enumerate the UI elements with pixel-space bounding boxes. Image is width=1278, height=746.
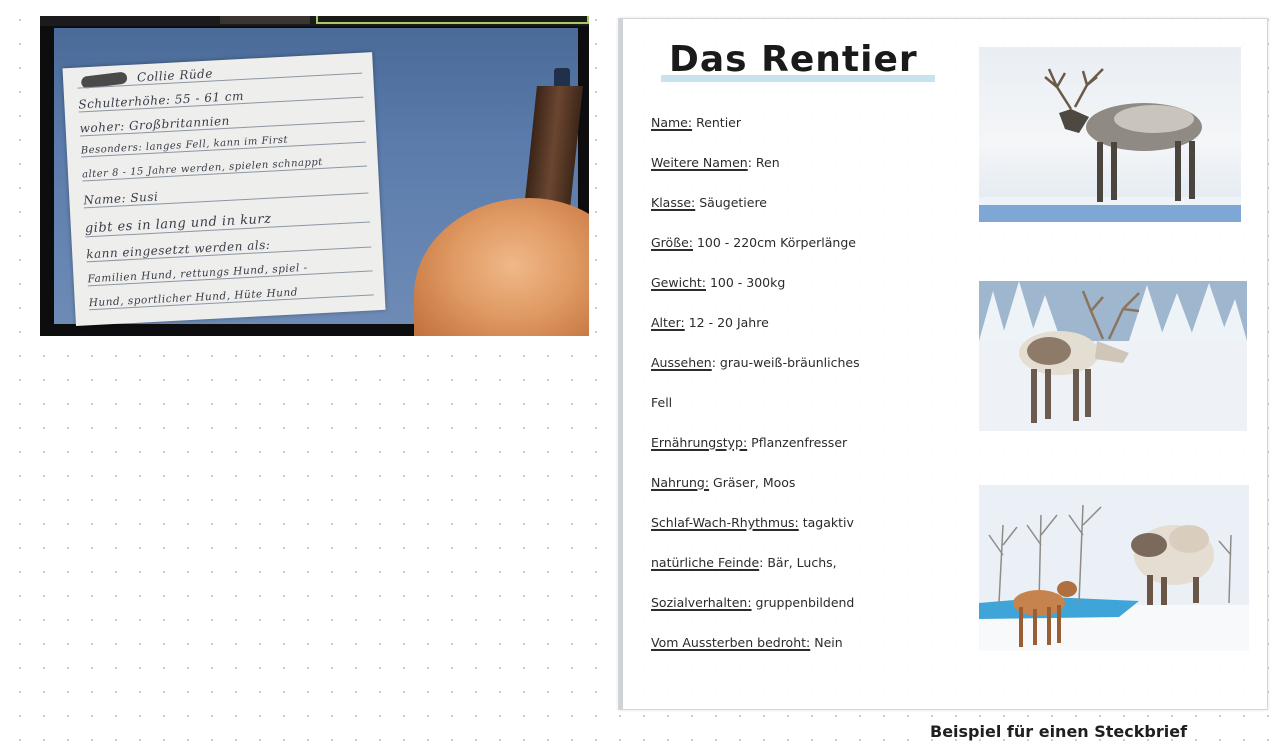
active-speaker-frame xyxy=(316,16,589,24)
child-head xyxy=(414,198,589,336)
reindeer-photo-3 xyxy=(979,485,1249,651)
fact-appearance-cont: Fell xyxy=(651,395,673,410)
handwritten-paper: Collie Rüde Schulterhöhe: 55 - 61 cm woh… xyxy=(62,52,386,327)
fact-sleep-rhythm: Schlaf-Wach-Rhythmus: tagaktiv xyxy=(651,515,854,530)
fact-social: Sozialverhalten: gruppenbildend xyxy=(651,595,855,610)
fact-appearance: Aussehen: grau-weiß-bräunliches xyxy=(651,355,860,370)
handwriting-line: alter 8 - 15 Jahre werden, spielen schna… xyxy=(81,154,368,182)
fact-name: Name: Rentier xyxy=(651,115,742,130)
handwriting-line: Hund, sportlicher Hund, Hüte Hund xyxy=(88,282,374,311)
fact-diet-type: Ernährungstyp: Pflanzenfresser xyxy=(651,435,848,450)
handwriting-line: kann eingesetzt werden als: xyxy=(85,232,372,263)
page-title: Das Rentier xyxy=(669,39,918,80)
fact-enemies: natürliche Feinde: Bär, Luchs, xyxy=(651,555,837,570)
handwriting-line: Familien Hund, rettungs Hund, spiel - xyxy=(87,258,373,287)
webcam-feed: Collie Rüde Schulterhöhe: 55 - 61 cm woh… xyxy=(40,16,589,336)
handwriting-line: Name: Susi xyxy=(83,178,369,209)
fact-class: Klasse: Säugetiere xyxy=(651,195,768,210)
fact-other-names: Weitere Namen: Ren xyxy=(651,155,780,170)
steckbrief-card: Das Rentier Name: Rentier Weitere Namen:… xyxy=(618,18,1268,710)
fact-endangered: Vom Aussterben bedroht: Nein xyxy=(651,635,843,650)
reindeer-photo-2 xyxy=(979,281,1247,431)
webcam-scene: Collie Rüde Schulterhöhe: 55 - 61 cm woh… xyxy=(54,28,589,336)
fact-age: Alter: 12 - 20 Jahre xyxy=(651,315,769,330)
handwriting-line: Besonders: langes Fell, kann im First xyxy=(80,130,366,158)
reindeer-photo-1 xyxy=(979,47,1241,222)
fact-weight: Gewicht: 100 - 300kg xyxy=(651,275,786,290)
fact-size: Größe: 100 - 220cm Körperlänge xyxy=(651,235,856,250)
handwriting-line: gibt es in lang und in kurz xyxy=(84,206,370,238)
fact-food: Nahrung: Gräser, Moos xyxy=(651,475,796,490)
webcam-top-strip xyxy=(40,16,589,26)
caption-text: Beispiel für einen Steckbrief xyxy=(930,722,1188,741)
card-left-border xyxy=(619,19,623,709)
